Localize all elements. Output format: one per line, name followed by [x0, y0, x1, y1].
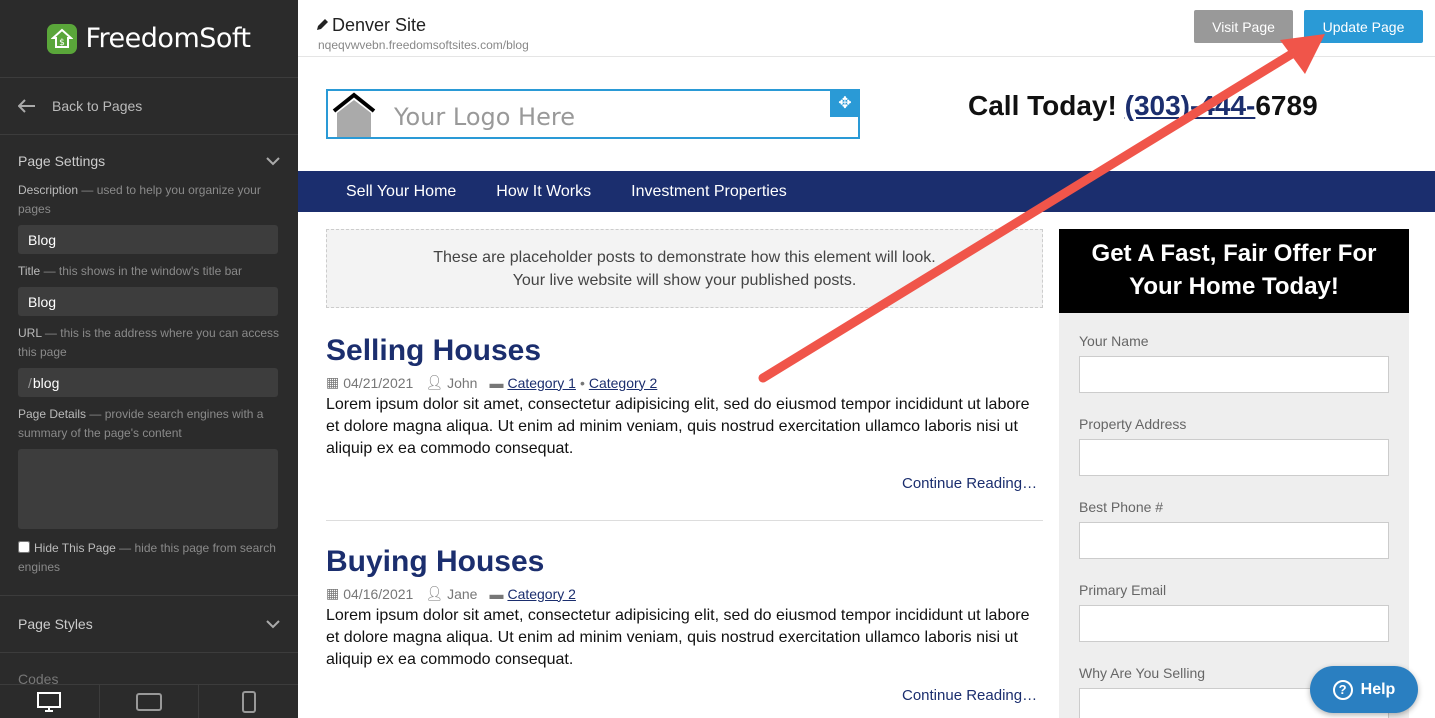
nav-how-it-works[interactable]: How It Works — [496, 183, 591, 201]
page-details-label: Page Details — provide search engines wi… — [18, 407, 264, 440]
field-label: Best Phone # — [1079, 499, 1164, 515]
user-icon: 👤︎ — [425, 585, 444, 601]
user-icon: 👤︎ — [425, 374, 444, 390]
house-icon — [332, 92, 376, 137]
category-link[interactable]: Category 2 — [507, 586, 575, 602]
desktop-view-button[interactable] — [0, 685, 100, 718]
url-field[interactable]: / blog — [18, 368, 278, 397]
hide-page-checkbox[interactable] — [18, 541, 30, 553]
brand-logo: $ FreedomSoft — [0, 0, 298, 78]
arrow-left-icon — [18, 99, 35, 113]
address-input[interactable] — [1079, 439, 1389, 476]
name-input[interactable] — [1079, 356, 1389, 393]
nav-sell-your-home[interactable]: Sell Your Home — [346, 183, 456, 201]
update-page-button[interactable]: Update Page — [1304, 10, 1423, 43]
email-input[interactable] — [1079, 605, 1389, 642]
brand-name: FreedomSoft — [85, 23, 251, 54]
editor-topbar: Denver Site nqeqvwvebn.freedomsoftsites.… — [298, 0, 1435, 57]
page-styles-toggle[interactable]: Page Styles — [0, 596, 298, 653]
hide-page-option: Hide This Page — hide this page from sea… — [18, 541, 276, 574]
phone-link[interactable]: (303)-444- — [1125, 90, 1256, 121]
calendar-icon: ▦ — [326, 374, 340, 390]
category-link[interactable]: Category 1 — [507, 375, 575, 391]
description-field[interactable]: Blog — [18, 225, 278, 254]
pencil-icon — [317, 19, 328, 30]
placeholder-notice: These are placeholder posts to demonstra… — [326, 229, 1043, 308]
field-label: Your Name — [1079, 333, 1149, 349]
page-settings-section: Page Settings Description — used to help… — [0, 135, 298, 596]
post-excerpt: Lorem ipsum dolor sit amet, consectetur … — [326, 396, 1030, 457]
svg-text:$: $ — [60, 38, 66, 48]
page-details-field[interactable] — [18, 449, 278, 529]
nav-investment-properties[interactable]: Investment Properties — [631, 183, 787, 201]
back-to-pages-link[interactable]: Back to Pages — [0, 78, 298, 135]
mobile-icon — [241, 690, 256, 713]
post-meta: ▦ 04/16/2021 👤︎ Jane ▬ Category 2 — [326, 585, 576, 602]
question-icon: ? — [1332, 679, 1353, 700]
visit-page-button[interactable]: Visit Page — [1194, 10, 1293, 43]
freedomsoft-logo-icon: $ — [47, 23, 78, 54]
offer-form: Your Name Property Address Best Phone # … — [1059, 313, 1409, 718]
offer-form-heading: Get A Fast, Fair Offer For Your Home Tod… — [1059, 229, 1409, 313]
site-url: nqeqvwvebn.freedomsoftsites.com/blog — [318, 38, 529, 52]
post-title[interactable]: Buying Houses — [326, 545, 1043, 579]
post-title[interactable]: Selling Houses — [326, 334, 1043, 368]
blog-post: Selling Houses ▦ 04/21/2021 👤︎ John ▬ Categ… — [326, 334, 1043, 460]
description-label: Description — used to help you organize … — [18, 183, 261, 216]
folder-icon: ▬ — [489, 374, 504, 391]
calendar-icon: ▦ — [326, 585, 340, 601]
editor-sidebar: $ FreedomSoft Back to Pages Page Setting… — [0, 0, 298, 718]
site-nav: Sell Your Home How It Works Investment P… — [298, 171, 1435, 212]
field-label: Property Address — [1079, 416, 1187, 432]
category-link[interactable]: Category 2 — [589, 375, 657, 391]
move-handle-icon[interactable]: ✥ — [830, 89, 860, 117]
title-label: Title — this shows in the window's title… — [18, 264, 242, 278]
page-preview: Your Logo Here ✥ Call Today! (303)-444-6… — [298, 57, 1435, 718]
help-button[interactable]: ? Help — [1310, 666, 1418, 713]
chevron-down-icon — [266, 156, 280, 165]
chevron-down-icon — [266, 619, 280, 628]
logo-placeholder: Your Logo Here — [394, 103, 575, 131]
page-settings-title: Page Settings — [18, 153, 106, 169]
blog-post: Buying Houses ▦ 04/16/2021 👤︎ Jane ▬ Catego… — [326, 545, 1043, 671]
title-field[interactable]: Blog — [18, 287, 278, 316]
tablet-icon — [136, 692, 162, 711]
post-divider — [326, 520, 1043, 521]
url-label: URL — this is the address where you can … — [18, 326, 280, 359]
field-label: Primary Email — [1079, 582, 1167, 598]
logo-element[interactable]: Your Logo Here ✥ — [326, 89, 860, 139]
mobile-view-button[interactable] — [199, 685, 298, 718]
page-styles-title: Page Styles — [18, 616, 93, 632]
desktop-icon — [37, 691, 62, 712]
folder-icon: ▬ — [489, 585, 504, 602]
tablet-view-button[interactable] — [100, 685, 200, 718]
device-switcher — [0, 684, 298, 718]
phone-input[interactable] — [1079, 522, 1389, 559]
site-name[interactable]: Denver Site — [316, 15, 426, 36]
page-settings-toggle[interactable]: Page Settings — [18, 153, 280, 169]
post-meta: ▦ 04/21/2021 👤︎ John ▬ Category 1 • Categor… — [326, 374, 658, 391]
post-excerpt: Lorem ipsum dolor sit amet, consectetur … — [326, 607, 1030, 668]
back-label: Back to Pages — [52, 98, 143, 114]
call-today: Call Today! (303)-444-6789 — [968, 90, 1318, 121]
